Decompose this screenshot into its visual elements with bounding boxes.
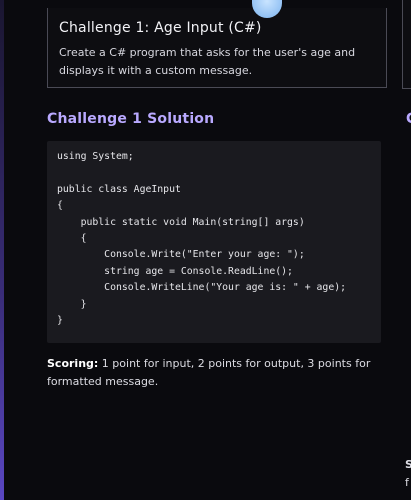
next-scoring-label: S	[405, 458, 411, 471]
left-rail	[0, 0, 4, 500]
next-scoring-text: Sf	[405, 456, 411, 492]
code-text: using System; public class AgeInput { pu…	[57, 151, 347, 327]
next-scoring-details: f	[405, 476, 409, 489]
status-dot-icon	[252, 0, 282, 18]
challenge-description: Create a C# program that asks for the us…	[59, 46, 356, 77]
challenge-card: Challenge 1: Age Input (C#) Create a C# …	[47, 0, 387, 88]
code-block[interactable]: using System; public class AgeInput { pu…	[47, 141, 381, 343]
challenge-title: Challenge 1: Age Input (C#)	[59, 20, 262, 36]
next-solution-title: C	[406, 111, 411, 127]
next-challenge-card	[402, 0, 411, 89]
scoring-text: Scoring: 1 point for input, 2 points for…	[47, 355, 392, 391]
scoring-label: Scoring:	[47, 357, 99, 370]
solution-title: Challenge 1 Solution	[47, 111, 215, 127]
